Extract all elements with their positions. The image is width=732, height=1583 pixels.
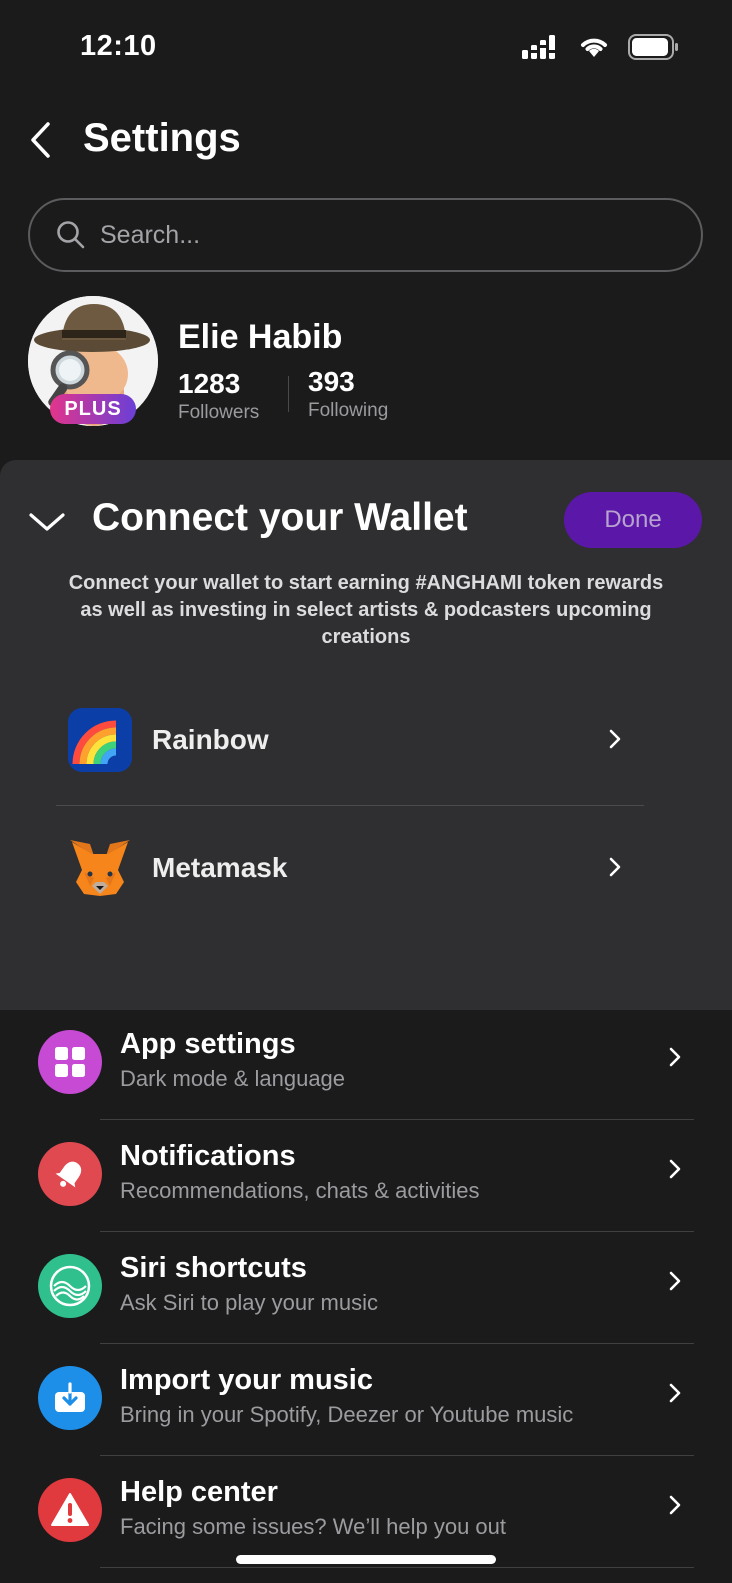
setting-subtitle: Bring in your Spotify, Deezer or Youtube… — [120, 1402, 574, 1427]
chevron-right-icon — [609, 729, 621, 749]
page-title: Settings — [83, 116, 241, 160]
setting-import-music[interactable]: Import your music Bring in your Spotify,… — [0, 1346, 732, 1458]
setting-app-settings[interactable]: App settings Dark mode & language — [0, 1010, 732, 1122]
status-icons — [522, 34, 680, 60]
search-bar[interactable] — [28, 198, 703, 272]
chevron-right-icon — [669, 1271, 681, 1291]
wallet-title: Connect your Wallet — [92, 496, 468, 539]
setting-help-center[interactable]: Help center Facing some issues? We’ll he… — [0, 1458, 732, 1570]
setting-title: Notifications — [120, 1140, 296, 1172]
plus-badge: PLUS — [50, 394, 136, 424]
rainbow-icon — [68, 708, 132, 772]
wallet-option-rainbow[interactable]: Rainbow — [56, 680, 644, 800]
divider — [100, 1343, 694, 1344]
followers-stat[interactable]: 1283 Followers — [178, 368, 259, 424]
siri-waves-icon — [38, 1254, 102, 1318]
search-input[interactable] — [100, 220, 660, 250]
chevron-right-icon — [669, 1495, 681, 1515]
status-bar: 12:10 — [0, 0, 732, 100]
wallet-option-label: Rainbow — [152, 724, 269, 755]
chevron-right-icon — [669, 1047, 681, 1067]
stats-divider — [288, 376, 289, 412]
following-stat[interactable]: 393 Following — [308, 366, 388, 422]
divider — [56, 805, 644, 806]
battery-icon — [628, 34, 678, 60]
chevron-right-icon — [669, 1383, 681, 1403]
search-icon — [57, 221, 85, 249]
profile-name: Elie Habib — [178, 318, 343, 356]
bell-icon — [38, 1142, 102, 1206]
setting-subtitle: Ask Siri to play your music — [120, 1290, 378, 1315]
followers-label: Followers — [178, 402, 260, 423]
setting-siri-shortcuts[interactable]: Siri shortcuts Ask Siri to play your mus… — [0, 1234, 732, 1346]
setting-subtitle: Recommendations, chats & activities — [120, 1178, 480, 1203]
divider — [100, 1455, 694, 1456]
home-indicator[interactable] — [236, 1555, 496, 1564]
followers-count: 1283 — [178, 368, 241, 399]
setting-subtitle: Facing some issues? We’ll help you out — [120, 1514, 507, 1539]
setting-title: App settings — [120, 1028, 296, 1060]
divider — [100, 1119, 694, 1120]
done-button[interactable]: Done — [564, 492, 702, 548]
import-icon — [38, 1366, 102, 1430]
setting-title: Import your music — [120, 1364, 373, 1396]
chevron-right-icon — [609, 857, 621, 877]
wallet-description: Connect your wallet to start earning #AN… — [68, 572, 664, 648]
setting-subtitle: Dark mode & language — [120, 1066, 346, 1091]
connect-wallet-panel: Connect your Wallet Done Connect your wa… — [0, 460, 732, 1010]
setting-title: Siri shortcuts — [120, 1252, 307, 1284]
status-time: 12:10 — [80, 30, 157, 62]
grid-icon — [38, 1030, 102, 1094]
setting-notifications[interactable]: Notifications Recommendations, chats & a… — [0, 1122, 732, 1234]
divider — [100, 1567, 694, 1568]
wallet-option-label: Metamask — [152, 852, 288, 883]
following-count: 393 — [308, 366, 355, 397]
collapse-button[interactable] — [26, 506, 68, 538]
setting-title: Help center — [120, 1476, 278, 1508]
divider — [100, 1231, 694, 1232]
chevron-right-icon — [669, 1159, 681, 1179]
following-label: Following — [308, 400, 389, 421]
wifi-icon — [581, 38, 607, 57]
metamask-fox-icon — [68, 836, 132, 900]
profile-card[interactable]: PLUS Elie Habib 1283 Followers 393 Follo… — [28, 296, 708, 428]
wallet-option-metamask[interactable]: Metamask — [56, 808, 644, 928]
nav-bar: Settings — [0, 108, 732, 172]
signal-icon — [522, 35, 555, 59]
warning-icon — [38, 1478, 102, 1542]
back-button[interactable] — [20, 116, 60, 164]
chevron-down-icon — [29, 513, 65, 531]
chevron-left-icon — [31, 122, 50, 158]
